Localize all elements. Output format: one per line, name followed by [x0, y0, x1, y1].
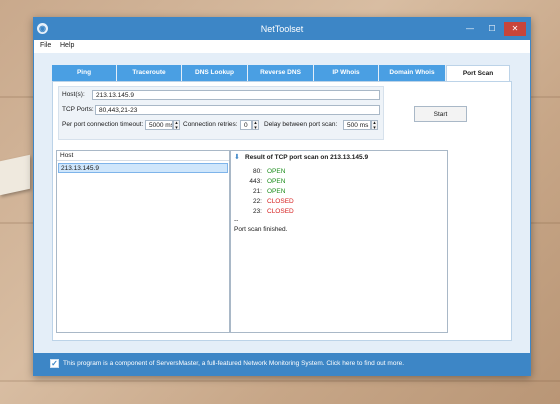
retries-input[interactable]: 0: [240, 120, 252, 130]
window-title: NetToolset: [260, 24, 304, 34]
retries-label: Connection retries:: [183, 121, 238, 128]
minimize-button[interactable]: —: [460, 22, 480, 36]
port-scan-panel: Host(s): 213.13.145.9 TCP Ports: 80,443,…: [52, 81, 512, 341]
port-status: CLOSED: [267, 198, 294, 205]
port-status: OPEN: [267, 188, 286, 195]
result-title: Result of TCP port scan on 213.13.145.9: [245, 154, 369, 161]
tab-dns-lookup[interactable]: DNS Lookup: [182, 65, 248, 81]
port-number: 21:: [252, 188, 262, 195]
port-number: 443:: [249, 178, 262, 185]
menu-help[interactable]: Help: [60, 42, 74, 49]
checkbox-icon[interactable]: ✓: [50, 359, 59, 368]
tab-port-scan[interactable]: Port Scan: [446, 65, 510, 82]
host-row[interactable]: 213.13.145.9: [58, 163, 228, 173]
port-status: OPEN: [267, 178, 286, 185]
hosts-label: Host(s):: [62, 91, 85, 98]
tab-ip-whois[interactable]: IP Whois: [314, 65, 379, 81]
scan-result-pane: ⬇ Result of TCP port scan on 213.13.145.…: [230, 150, 448, 333]
port-number: 80:: [252, 168, 262, 175]
host-column-header[interactable]: Host: [57, 151, 229, 161]
close-button[interactable]: ✕: [504, 22, 526, 36]
scan-finished-message: Port scan finished.: [234, 226, 288, 233]
delay-input[interactable]: 500 ms: [343, 120, 371, 130]
menu-file[interactable]: File: [40, 42, 51, 49]
tab-domain-whois[interactable]: Domain Whois: [379, 65, 446, 81]
tab-reverse-dns[interactable]: Reverse DNS: [248, 65, 314, 81]
tab-ping[interactable]: Ping: [52, 65, 117, 81]
timeout-label: Per port connection timeout:: [62, 121, 144, 128]
background-plank-line: [0, 380, 560, 382]
delay-label: Delay between port scan:: [264, 121, 338, 128]
title-bar[interactable]: ◉ NetToolset — ☐ ✕: [34, 18, 530, 40]
app-window: ◉ NetToolset — ☐ ✕ File Help Ping Tracer…: [33, 17, 531, 376]
main-content: Ping Traceroute DNS Lookup Reverse DNS I…: [34, 53, 530, 375]
timeout-input[interactable]: 5000 ms: [145, 120, 173, 130]
maximize-button[interactable]: ☐: [482, 22, 502, 36]
ports-label: TCP Ports:: [62, 106, 94, 113]
promo-footer[interactable]: ✓ This program is a component of Servers…: [34, 353, 530, 375]
menu-bar: File Help: [34, 40, 530, 53]
timeout-stepper[interactable]: ▴ ▾: [173, 120, 180, 131]
result-separator: --: [234, 217, 239, 224]
tab-traceroute[interactable]: Traceroute: [117, 65, 182, 81]
promo-link-text[interactable]: This program is a component of ServersMa…: [63, 360, 404, 367]
host-list: Host 213.13.145.9: [56, 150, 230, 333]
ports-input[interactable]: 80,443,21-23: [95, 105, 380, 115]
port-number: 22:: [252, 198, 262, 205]
port-status: OPEN: [267, 168, 286, 175]
retries-stepper[interactable]: ▴ ▾: [252, 120, 259, 131]
port-status: CLOSED: [267, 208, 294, 215]
port-number: 23:: [252, 208, 262, 215]
scan-options: Host(s): 213.13.145.9 TCP Ports: 80,443,…: [58, 86, 384, 140]
background-book: [0, 154, 30, 196]
delay-stepper[interactable]: ▴ ▾: [371, 120, 378, 131]
collapse-arrow-icon[interactable]: ⬇: [234, 154, 242, 162]
hosts-input[interactable]: 213.13.145.9: [92, 90, 380, 100]
start-button[interactable]: Start: [414, 106, 467, 122]
